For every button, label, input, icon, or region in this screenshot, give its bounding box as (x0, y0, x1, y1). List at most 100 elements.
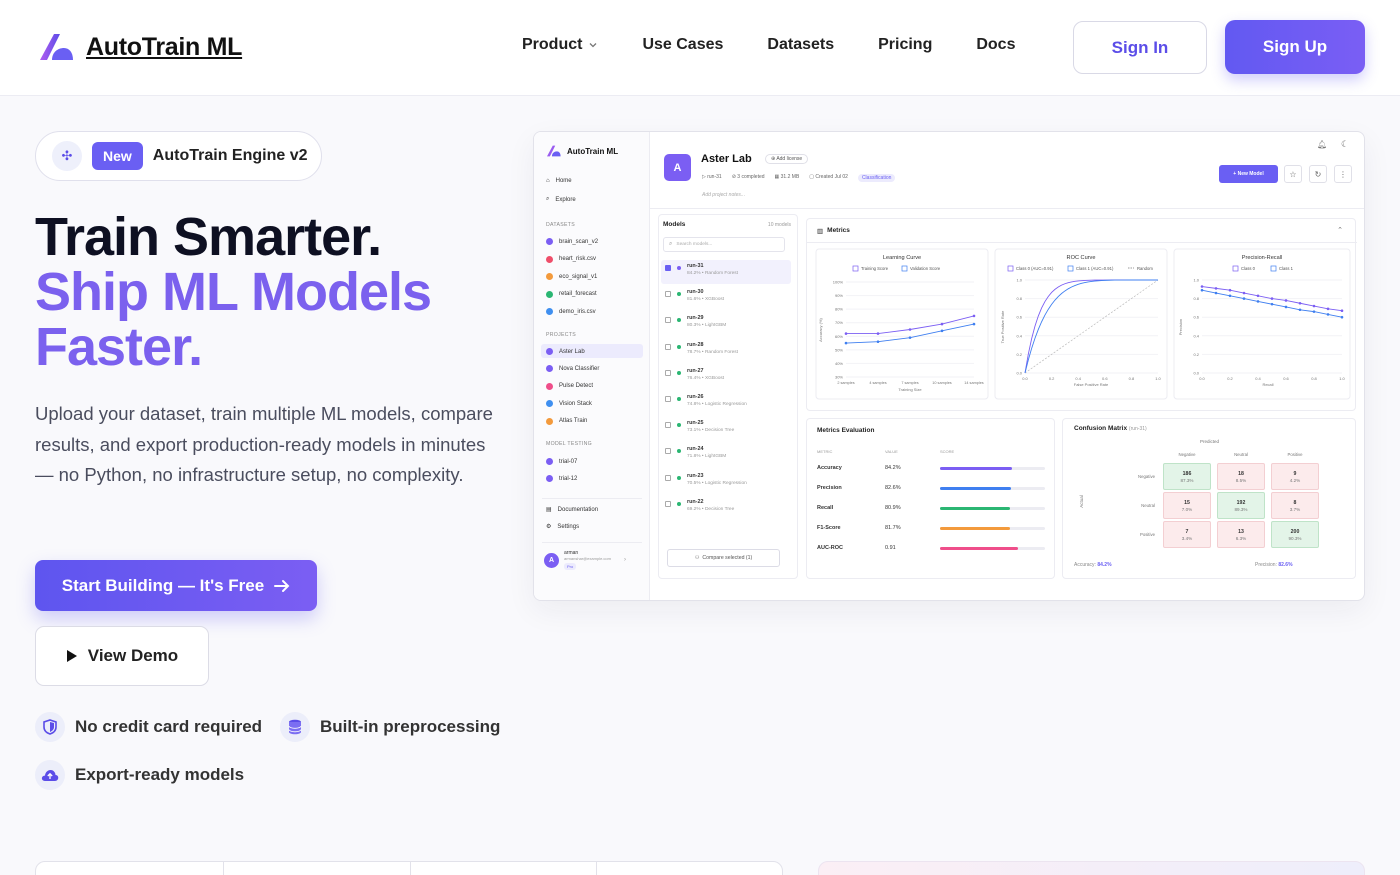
announcement-badge[interactable]: ✣ New AutoTrain Engine v2 (35, 131, 322, 181)
completed-meta: ⊘ 3 completed (731, 174, 765, 180)
model-run-item[interactable]: run-23 70.5% • Logistic Regression (665, 473, 747, 486)
sidebar-item-label: heart_risk.csv (559, 256, 597, 263)
run-label: run-31 (707, 174, 722, 180)
cell-count: 15 (1184, 499, 1190, 506)
sidebar-project-item[interactable]: Aster Lab (546, 348, 585, 355)
metric-name: Precision (817, 485, 842, 491)
sidebar-dataset-item[interactable]: heart_risk.csv (546, 255, 597, 263)
sidebar-project-item[interactable]: Pulse Detect (546, 382, 593, 390)
run-checkbox[interactable] (665, 396, 671, 402)
nav-item-docs[interactable]: Docs (976, 36, 1015, 54)
nav-item-pricing[interactable]: Pricing (878, 36, 932, 54)
nav-item-use-cases[interactable]: Use Cases (642, 36, 723, 54)
sidebar-item-settings[interactable]: ⚙ Settings (546, 523, 579, 531)
model-run-item[interactable]: run-25 73.1% • Decision Tree (665, 420, 734, 433)
header-metric: METRIC (817, 449, 833, 454)
color-dot (546, 400, 553, 408)
user-profile[interactable]: A arman armanshar@example.com Pro › (544, 550, 626, 570)
nav-item-datasets[interactable]: Datasets (767, 36, 834, 54)
moon-icon[interactable]: ☾ (1341, 139, 1349, 150)
sidebar-dataset-item[interactable]: retail_forecast (546, 290, 597, 298)
x-tick: 0.4 (1075, 376, 1081, 381)
color-dot (546, 417, 553, 425)
bell-icon[interactable]: 🔔︎ (1317, 140, 1327, 149)
project-meta: ▷ run-31 ⊘ 3 completed ▦ 31.2 MB ▢ Creat… (702, 174, 896, 182)
sidebar-dataset-item[interactable]: brain_scan_v2 (546, 238, 598, 245)
demo-label: View Demo (87, 646, 179, 665)
model-run-item[interactable]: run-22 69.2% • Decision Tree (665, 499, 734, 512)
compare-icon: ⚇ (694, 555, 700, 561)
sidebar-project-item[interactable]: Atlas Train (546, 417, 587, 425)
sidebar-item-home[interactable]: ⌂ Home (546, 178, 572, 184)
model-run-item[interactable]: run-26 74.8% • Logistic Regression (665, 394, 747, 407)
model-run-item[interactable]: run-28 78.7% • Random Forest (665, 342, 738, 355)
confusion-title: Confusion Matrix (run-31) (1074, 425, 1147, 432)
sidebar-project-item[interactable]: Vision Stack (546, 400, 592, 408)
cell-percent: 4.2% (1289, 477, 1301, 483)
size-meta: ▦ 31.2 MB (774, 174, 800, 180)
cell-count: 9 (1293, 470, 1297, 477)
start-building-button[interactable]: Start Building — It's Free (35, 560, 317, 611)
run-checkbox[interactable] (665, 291, 671, 298)
created-meta: ▢ Created Jul 02 (809, 174, 848, 180)
sidebar-dataset-item[interactable]: eco_signal_v1 (546, 273, 597, 281)
sidebar-dataset-item[interactable]: demo_iris.csv (546, 308, 596, 316)
run-checkbox[interactable] (665, 343, 671, 350)
run-checkbox[interactable] (665, 265, 671, 271)
sign-up-button[interactable]: Sign Up (1225, 20, 1365, 74)
add-license-button[interactable]: ⊕ Add license (765, 154, 809, 164)
x-tick: 0.4 (1255, 376, 1261, 381)
run-checkbox[interactable] (665, 369, 671, 376)
search-placeholder: Search models... (676, 242, 713, 247)
view-demo-button[interactable]: View Demo (35, 626, 209, 686)
star-icon[interactable]: ☆ (1284, 165, 1302, 183)
sidebar-item-explore[interactable]: ⌕ Explore (546, 196, 576, 203)
sidebar-trial-item[interactable]: trial-12 (546, 475, 577, 482)
score-bar-fill (940, 506, 1010, 510)
confusion-cell: 8 3.7% (1271, 492, 1319, 519)
run-checkbox[interactable] (665, 474, 671, 481)
sidebar-item-documentation[interactable]: ▤ Documentation (546, 506, 598, 514)
run-detail: 76.4% • XGBoost (687, 375, 725, 381)
hero-title-line3: Faster. (35, 317, 203, 377)
model-run-item[interactable]: run-24 71.8% • LightGBM (665, 446, 726, 459)
search-models-input[interactable]: ⌕ Search models... (663, 237, 785, 252)
y-tick: 30% (835, 375, 843, 380)
actual-class-label: Positive (1139, 532, 1155, 537)
run-text: run-30 81.6% • XGBoost (687, 289, 724, 302)
status-dot (677, 501, 681, 506)
sidebar-trial-item[interactable]: trial-07 (546, 458, 577, 465)
sign-in-button[interactable]: Sign In (1073, 21, 1207, 74)
model-run-item[interactable]: run-27 76.4% • XGBoost (665, 368, 724, 381)
data-point (1326, 307, 1330, 311)
legend-swatch (901, 265, 908, 272)
more-icon[interactable]: ⋮ (1334, 165, 1352, 183)
collapse-icon[interactable]: ⌃ (1337, 226, 1343, 234)
refresh-icon[interactable]: ↻ (1309, 165, 1327, 183)
model-run-item[interactable]: run-30 81.6% • XGBoost (665, 289, 724, 302)
data-point (1312, 304, 1316, 308)
data-point (1326, 313, 1330, 316)
predicted-class-label: Negative (1178, 452, 1196, 457)
run-checkbox[interactable] (665, 500, 671, 507)
actual-class-label: Negative (1138, 474, 1155, 479)
project-notes[interactable]: Add project notes... (702, 192, 745, 198)
legend-label: Training Score (861, 266, 889, 271)
sidebar-project-item[interactable]: Nova Classifier (546, 365, 599, 373)
data-point (1284, 299, 1288, 302)
model-run-item[interactable]: run-29 80.3% • LightGBM (665, 315, 726, 328)
new-model-button[interactable]: + New Model (1219, 165, 1278, 183)
model-run-item[interactable]: run-31 84.2% • Random Forest (665, 263, 738, 276)
run-checkbox[interactable] (665, 448, 671, 455)
data-point (1228, 294, 1232, 298)
cell-percent: 3.7% (1289, 506, 1301, 512)
nav-item-product[interactable]: Product (522, 36, 598, 54)
brand-logo[interactable]: AutoTrain ML (38, 30, 242, 64)
data-point (1256, 300, 1260, 303)
run-checkbox[interactable] (665, 422, 671, 429)
run-checkbox[interactable] (665, 317, 671, 324)
compare-selected-button[interactable]: ⚇ Compare selected (1) (667, 549, 780, 567)
preview-brand: AutoTrain ML (546, 144, 618, 158)
data-point (1256, 294, 1260, 298)
data-point (908, 328, 912, 331)
